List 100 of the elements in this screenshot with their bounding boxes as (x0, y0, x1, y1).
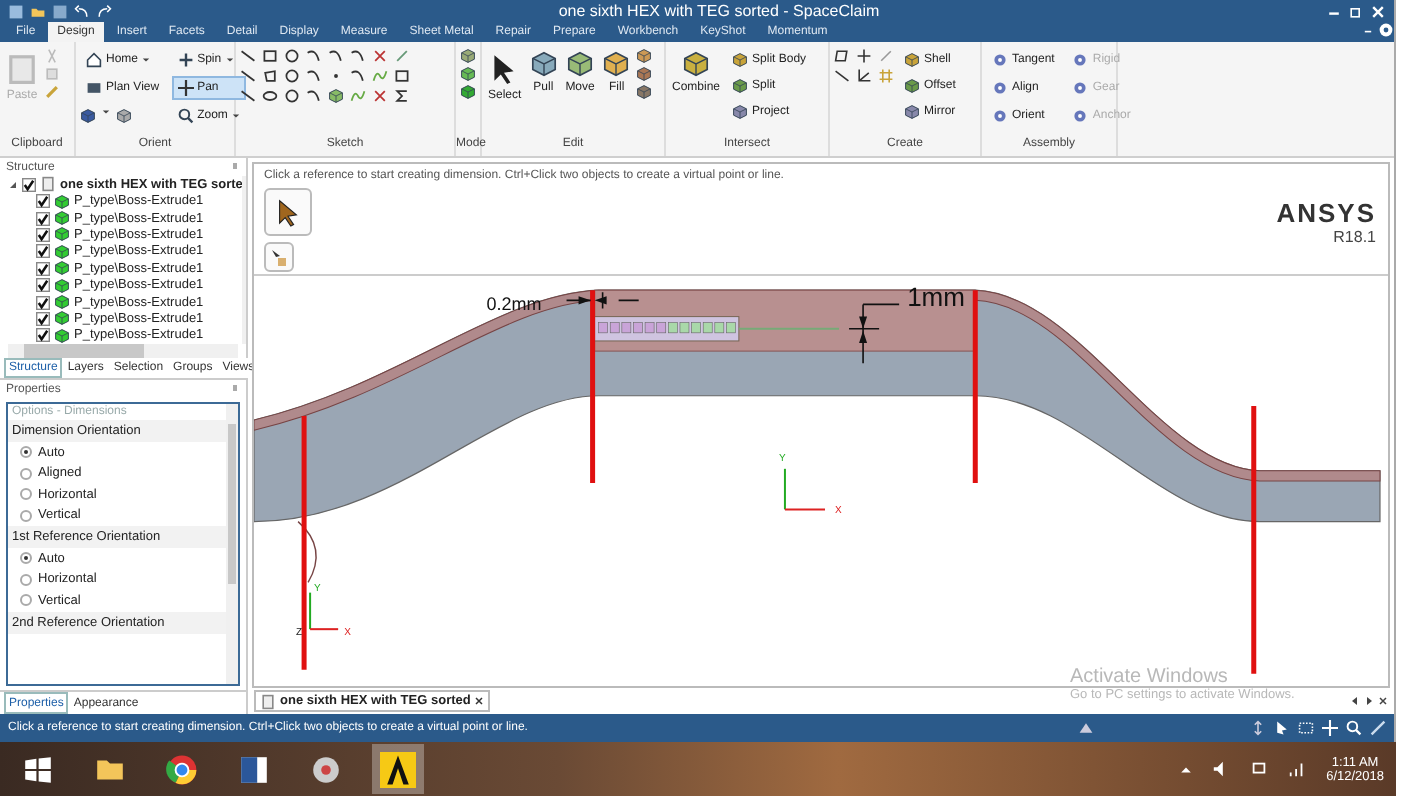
polygon-icon[interactable] (262, 68, 278, 84)
plus-icon[interactable] (856, 48, 872, 64)
cube-icon (732, 104, 749, 120)
window-title: one sixth HEX with TEG sorted - SpaceClaim (556, 2, 882, 20)
help-icon[interactable] (1378, 22, 1394, 38)
cross-icon[interactable] (372, 88, 388, 104)
line-icon[interactable] (834, 68, 850, 84)
select-tool-button[interactable] (264, 188, 312, 236)
dimension-arrow (848, 303, 900, 365)
cube-icon (732, 52, 749, 68)
cube-icon (904, 78, 920, 94)
undo-icon[interactable] (74, 3, 90, 19)
network-icon[interactable] (1250, 760, 1269, 778)
checkbox[interactable] (36, 261, 50, 276)
move-arrows-icon[interactable] (177, 80, 194, 96)
pointer-icon (274, 196, 302, 228)
restore-icon[interactable] (1348, 3, 1364, 19)
cross-icon[interactable] (372, 48, 388, 64)
cube-icon (529, 50, 558, 78)
spin-arrows-icon[interactable] (177, 52, 194, 68)
selection-box-icon[interactable] (1298, 720, 1314, 736)
line-icon[interactable] (240, 48, 256, 64)
logo-text: ANSYS (1276, 198, 1376, 228)
disc-icon (310, 753, 342, 785)
house-icon[interactable] (86, 52, 102, 68)
cube-icon (904, 104, 920, 120)
checkbox[interactable] (36, 211, 50, 226)
dimension-label: 1mm (907, 282, 965, 313)
radio-button[interactable] (20, 467, 32, 480)
arrow-left-icon[interactable] (1350, 696, 1360, 706)
point-icon[interactable] (328, 68, 344, 84)
sigma-icon[interactable] (394, 88, 410, 104)
dimension-arrow (565, 291, 640, 310)
scrollbar[interactable] (8, 344, 238, 358)
radio-button[interactable] (20, 488, 32, 501)
circle-icon[interactable] (284, 68, 300, 84)
circle-icon[interactable] (284, 88, 300, 104)
plane-icon[interactable] (834, 48, 850, 64)
rectangle-icon[interactable] (262, 48, 278, 64)
line-icon[interactable] (240, 68, 256, 84)
checkbox[interactable] (36, 328, 50, 343)
pin-icon (230, 162, 240, 172)
cube-icon (904, 52, 920, 68)
caret-icon (231, 112, 240, 120)
cube-icon (328, 88, 344, 104)
close-icon[interactable] (1378, 696, 1388, 706)
windows-logo-icon (22, 753, 54, 785)
pointer-box-icon (269, 247, 289, 267)
checkbox[interactable] (36, 311, 50, 326)
circle-icon[interactable] (284, 48, 300, 64)
redo-icon[interactable] (96, 3, 112, 19)
checkbox[interactable] (36, 194, 50, 209)
pin-icon (230, 384, 240, 394)
circle-logo-icon (166, 753, 198, 785)
cube-icon (602, 50, 631, 78)
magnifier-icon[interactable] (1346, 720, 1362, 736)
scrollbar[interactable] (242, 176, 246, 344)
pointer-icon[interactable] (1274, 720, 1290, 736)
document-icon (40, 176, 56, 193)
caret-icon (142, 56, 151, 64)
clipboard-icon (6, 50, 38, 86)
cube-icon (80, 108, 96, 124)
arrows-icon[interactable] (1250, 720, 1266, 736)
radio-button[interactable] (20, 594, 32, 607)
axes-icon[interactable] (856, 68, 872, 84)
radio-button[interactable] (20, 446, 32, 459)
radio-button[interactable] (20, 509, 32, 522)
triangle-icon[interactable] (1078, 720, 1094, 736)
checkbox[interactable] (36, 295, 50, 310)
save-icon[interactable] (52, 3, 68, 19)
magnifier-icon[interactable] (177, 108, 194, 124)
scrollbar[interactable] (226, 404, 238, 684)
radio-button[interactable] (20, 573, 32, 586)
version-label: R18.1 (1333, 228, 1376, 246)
radio-button[interactable] (20, 552, 32, 565)
signal-icon[interactable] (1288, 760, 1307, 778)
cube-icon (116, 108, 132, 124)
cube-icon (732, 78, 749, 94)
watermark-title: Activate Windows (1070, 666, 1230, 688)
caret-icon (225, 56, 234, 64)
cube-icon (682, 50, 710, 78)
taskbar-app[interactable] (372, 744, 424, 794)
close-icon[interactable] (474, 696, 485, 706)
app-logo-icon (8, 3, 24, 19)
checkbox[interactable] (22, 177, 36, 192)
expand-triangle-icon[interactable] (8, 179, 18, 190)
document-icon (238, 753, 270, 785)
ellipse-icon[interactable] (262, 88, 278, 104)
checkbox[interactable] (36, 244, 50, 259)
plan-view-icon[interactable] (86, 80, 102, 96)
arrow-right-icon[interactable] (1364, 696, 1374, 706)
rectangle-icon[interactable] (394, 68, 410, 84)
line-icon[interactable] (240, 88, 256, 104)
chevron-logo-icon (380, 751, 416, 787)
caret-up-icon[interactable] (1180, 763, 1193, 775)
checkbox[interactable] (36, 227, 50, 242)
checkbox[interactable] (36, 278, 50, 293)
document-icon (260, 693, 276, 709)
caret-icon (102, 108, 110, 116)
cube-icon (566, 50, 595, 78)
